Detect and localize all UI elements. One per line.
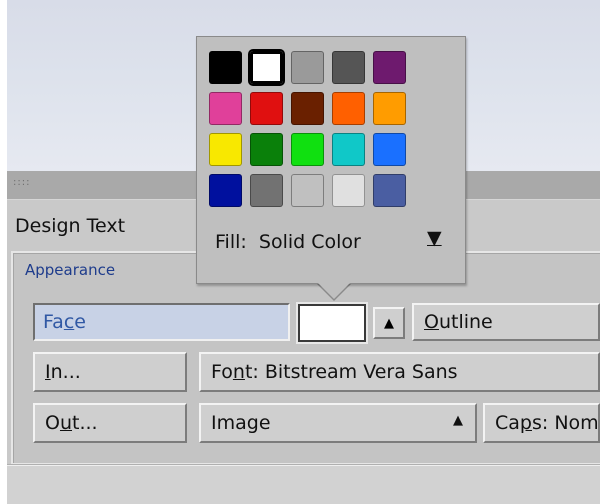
color-swatch[interactable] bbox=[250, 51, 283, 84]
color-swatch[interactable] bbox=[209, 92, 242, 125]
color-swatch[interactable] bbox=[209, 174, 242, 207]
out-button-label: Out... bbox=[45, 412, 98, 434]
bottom-bar bbox=[7, 465, 600, 504]
out-button[interactable]: Out... bbox=[33, 403, 187, 443]
fill-popup-button[interactable]: ▲ bbox=[373, 307, 405, 339]
fill-color-swatch[interactable] bbox=[298, 304, 366, 342]
arrow-up-icon: ▲ bbox=[453, 413, 463, 428]
popup-pointer bbox=[318, 283, 350, 299]
color-swatch[interactable] bbox=[373, 51, 406, 84]
color-swatch[interactable] bbox=[332, 51, 365, 84]
face-field[interactable]: Face bbox=[33, 303, 290, 341]
color-swatch[interactable] bbox=[291, 51, 324, 84]
color-popup: Fill: Solid Color ▼ bbox=[196, 36, 466, 284]
color-swatch[interactable] bbox=[291, 174, 324, 207]
caps-label: Caps: bbox=[495, 412, 555, 434]
outline-button[interactable]: Outline bbox=[412, 303, 600, 341]
color-swatch[interactable] bbox=[291, 92, 324, 125]
image-selector[interactable]: Image ▲ bbox=[199, 403, 477, 443]
face-label: Face bbox=[43, 311, 86, 333]
color-swatch[interactable] bbox=[332, 174, 365, 207]
in-button[interactable]: In... bbox=[33, 352, 187, 392]
appearance-label: Appearance bbox=[25, 261, 116, 279]
outline-label: Outline bbox=[424, 311, 493, 333]
color-swatch[interactable] bbox=[250, 133, 283, 166]
fill-menu-arrow-icon[interactable]: ▼ bbox=[427, 227, 442, 249]
caps-selector[interactable]: Caps: Nom bbox=[483, 403, 600, 443]
fill-value: Solid Color bbox=[258, 231, 361, 253]
color-swatch[interactable] bbox=[373, 92, 406, 125]
color-swatch[interactable] bbox=[209, 51, 242, 84]
color-swatch[interactable] bbox=[250, 174, 283, 207]
font-value: Bitstream Vera Sans bbox=[264, 361, 458, 383]
color-swatch[interactable] bbox=[373, 133, 406, 166]
color-swatch[interactable] bbox=[373, 174, 406, 207]
caps-value: Nom bbox=[554, 412, 599, 434]
color-swatch[interactable] bbox=[332, 133, 365, 166]
color-swatch[interactable] bbox=[209, 133, 242, 166]
fill-label: Fill: bbox=[215, 231, 247, 253]
font-label: Font: bbox=[211, 361, 265, 383]
font-selector[interactable]: Font: Bitstream Vera Sans bbox=[199, 352, 600, 392]
fill-mode-label[interactable]: Fill: Solid Color bbox=[215, 231, 361, 253]
image-label: Image bbox=[211, 412, 271, 434]
grip-icon: :::: bbox=[13, 177, 31, 188]
panel-title: Design Text bbox=[15, 215, 126, 237]
in-button-label: In... bbox=[45, 361, 81, 383]
color-swatch[interactable] bbox=[250, 92, 283, 125]
color-swatch[interactable] bbox=[332, 92, 365, 125]
arrow-up-icon: ▲ bbox=[384, 315, 394, 331]
color-swatch-grid bbox=[209, 51, 406, 207]
color-swatch[interactable] bbox=[291, 133, 324, 166]
